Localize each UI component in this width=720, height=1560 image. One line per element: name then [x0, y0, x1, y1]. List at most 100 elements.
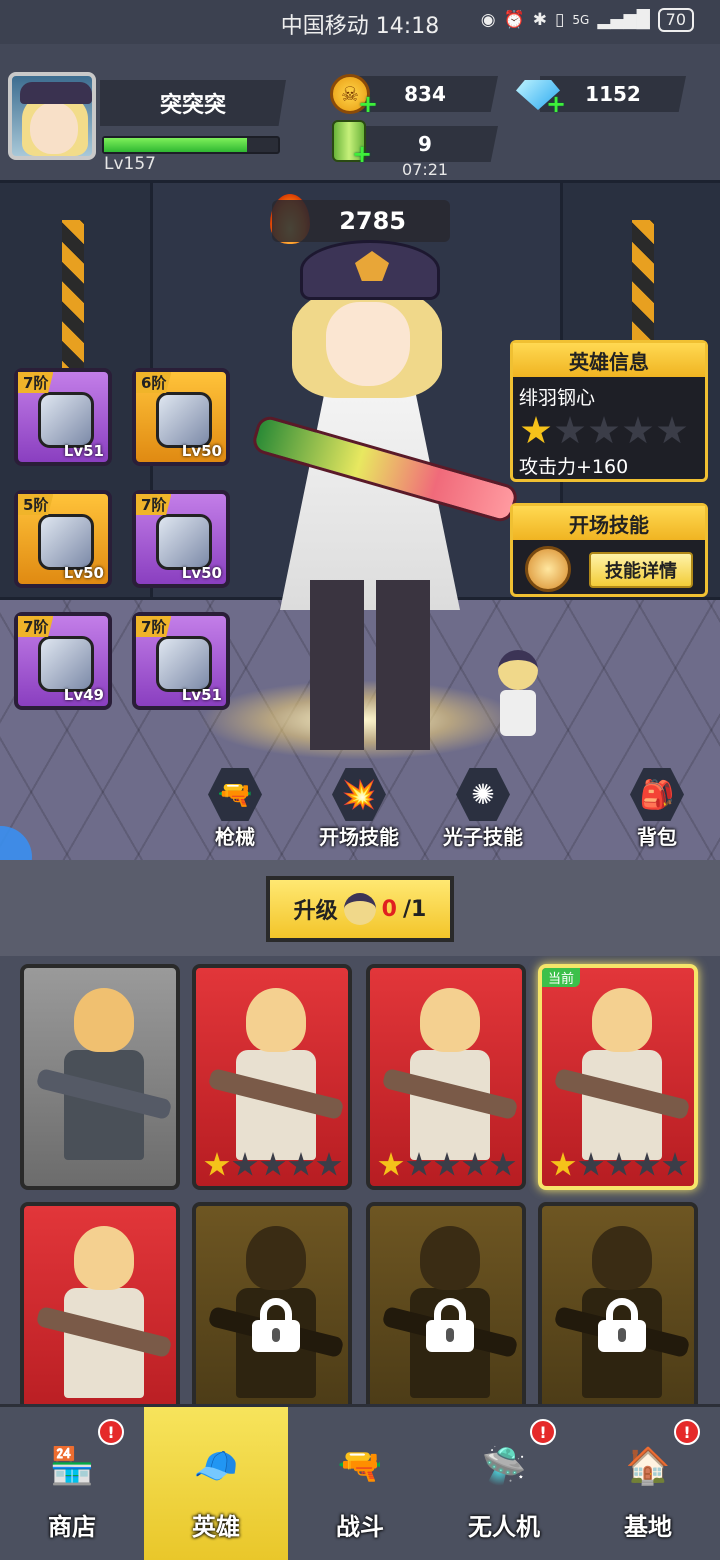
- explosion-icon: 💥: [332, 768, 386, 821]
- star-icon: [232, 1152, 258, 1176]
- hero-power: 2785: [272, 200, 450, 242]
- locked-hero-card[interactable]: [192, 1202, 352, 1406]
- base-dome-icon: 🏠: [625, 1446, 671, 1487]
- hero-card[interactable]: [192, 964, 352, 1190]
- star-icon: [288, 1152, 314, 1176]
- vibrate-icon: ▯: [555, 10, 565, 30]
- star-icon: [316, 1152, 342, 1176]
- add-energy-icon[interactable]: +: [352, 142, 372, 166]
- hero-portrait: [553, 988, 691, 1168]
- helmet-icon: [38, 392, 94, 448]
- hero-star-rating: [513, 410, 705, 446]
- nav-rifle[interactable]: 🔫 战斗: [288, 1407, 432, 1560]
- star-icon: [634, 1152, 660, 1176]
- battery-indicator: 70: [657, 8, 694, 32]
- locked-hero-card[interactable]: [538, 1202, 698, 1406]
- gauntlet-icon: [156, 514, 212, 570]
- equipment-slot[interactable]: 7阶 Lv51: [132, 612, 230, 710]
- pants-icon: [38, 636, 94, 692]
- hero-card-stars: [378, 1152, 516, 1178]
- equipment-level: Lv50: [63, 564, 104, 582]
- star-icon: [550, 1152, 576, 1176]
- network-label: 5G: [572, 13, 590, 27]
- opening-skill-title: 开场技能: [513, 506, 705, 540]
- nav-label: 商店: [48, 1513, 96, 1541]
- add-gems-icon[interactable]: +: [546, 92, 566, 116]
- xp-bar-fill: [104, 138, 247, 152]
- status-icons: ◉ ⏰ ✱ ▯ 5G ▂▄▆█ 70: [481, 8, 694, 32]
- equipment-tier: 7阶: [18, 616, 54, 637]
- star-icon: [623, 416, 653, 444]
- hero-card[interactable]: [20, 964, 180, 1190]
- equipment-slot[interactable]: 7阶 Lv49: [14, 612, 112, 710]
- scene-button-label: 枪械: [215, 825, 255, 849]
- drone-icon: 🛸: [481, 1446, 527, 1487]
- lock-icon: [426, 1298, 474, 1352]
- equipment-tier: 7阶: [136, 616, 172, 637]
- hero-shard-icon: [343, 893, 376, 925]
- hero-character[interactable]: [240, 240, 521, 760]
- star-icon: [578, 1152, 604, 1176]
- star-icon: [521, 416, 551, 444]
- armor-vest-icon: [156, 392, 212, 448]
- eye-icon: ◉: [480, 10, 496, 30]
- hero-name: 绯羽钢心: [519, 387, 596, 409]
- companion-character: [488, 650, 548, 740]
- equipment-slot[interactable]: 7阶 Lv50: [132, 490, 230, 588]
- hero-card[interactable]: 当前: [538, 964, 698, 1190]
- scene-button-explosion[interactable]: 💥 开场技能: [304, 768, 414, 850]
- energy-timer: 07:21: [402, 160, 449, 179]
- energy-value: 9: [418, 132, 432, 156]
- player-name[interactable]: 突突突: [100, 80, 286, 126]
- upgrade-button[interactable]: 升级 0 /1: [266, 876, 454, 942]
- xp-bar: [102, 136, 280, 154]
- scene-button-label: 开场技能: [319, 825, 399, 849]
- nav-shop[interactable]: 🏪 商店!: [0, 1407, 144, 1560]
- hero-info-panel[interactable]: 英雄信息 绯羽钢心 攻击力+160: [510, 340, 708, 482]
- nav-hero[interactable]: 🧢 英雄: [144, 1407, 288, 1560]
- gem-value: 1152: [585, 82, 641, 106]
- equipment-level: Lv51: [63, 442, 104, 460]
- equipment-slot[interactable]: 5阶 Lv50: [14, 490, 112, 588]
- lock-icon: [598, 1298, 646, 1352]
- star-icon: [589, 416, 619, 444]
- coin-value: 834: [404, 82, 446, 106]
- scene-button-gun[interactable]: 🔫 枪械: [180, 768, 290, 850]
- add-coins-icon[interactable]: +: [358, 92, 378, 116]
- hero-roster: 当前: [0, 956, 720, 1406]
- scene-button-photon[interactable]: ✺ 光子技能: [428, 768, 538, 850]
- locked-hero-card[interactable]: [366, 1202, 526, 1406]
- scene-button-backpack[interactable]: 🎒 背包: [602, 768, 712, 850]
- nav-base-dome[interactable]: 🏠 基地!: [576, 1407, 720, 1560]
- star-icon: [606, 1152, 632, 1176]
- hero-card[interactable]: [20, 1202, 180, 1406]
- nav-label: 无人机: [468, 1513, 540, 1541]
- star-icon: [462, 1152, 488, 1176]
- hero-icon: 🧢: [193, 1446, 239, 1487]
- bluetooth-icon: ✱: [532, 10, 548, 30]
- hero-portrait: [35, 1226, 173, 1406]
- hero-info-title: 英雄信息: [513, 343, 705, 377]
- equipment-level: Lv50: [181, 442, 222, 460]
- gun-icon: 🔫: [208, 768, 262, 821]
- backpack-icon: 🎒: [630, 768, 684, 821]
- opening-skill-panel: 开场技能 技能详情: [510, 503, 708, 597]
- star-icon: [490, 1152, 516, 1176]
- equipment-slot[interactable]: 7阶 Lv51: [14, 368, 112, 466]
- hero-card-stars: [204, 1152, 342, 1178]
- nav-label: 基地: [624, 1513, 672, 1541]
- equipment-slot[interactable]: 6阶 Lv50: [132, 368, 230, 466]
- status-bar: 中国移动 14:18 ◉ ⏰ ✱ ▯ 5G ▂▄▆█ 70: [0, 0, 720, 44]
- hero-card[interactable]: [366, 964, 526, 1190]
- player-level: Lv157: [104, 154, 156, 174]
- rifle-icon: 🔫: [337, 1446, 383, 1487]
- player-avatar[interactable]: [8, 72, 96, 160]
- energy-counter[interactable]: 9: [352, 126, 498, 162]
- skill-emblem-icon[interactable]: [525, 546, 571, 592]
- equipment-tier: 7阶: [136, 494, 172, 515]
- equipment-tier: 6阶: [136, 372, 172, 393]
- nav-drone[interactable]: 🛸 无人机!: [432, 1407, 576, 1560]
- skill-details-button[interactable]: 技能详情: [589, 552, 693, 588]
- star-icon: [260, 1152, 286, 1176]
- scene-button-label: 背包: [637, 825, 677, 849]
